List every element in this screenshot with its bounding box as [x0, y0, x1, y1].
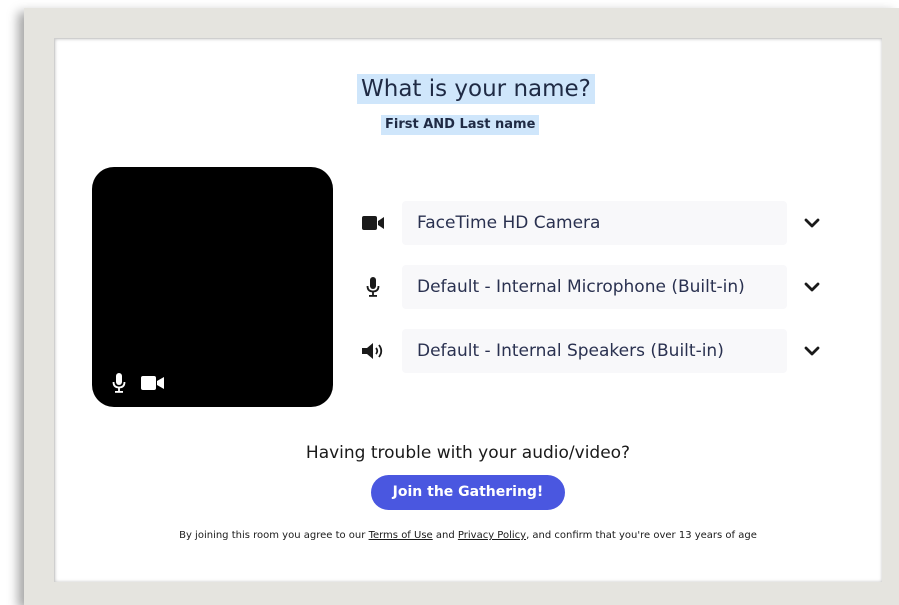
page-subtitle: First AND Last name	[381, 115, 540, 135]
camera-select[interactable]: FaceTime HD Camera	[402, 201, 787, 245]
video-preview	[92, 167, 333, 407]
microphone-select-value: Default - Internal Microphone (Built-in)	[417, 277, 745, 297]
speaker-icon	[362, 343, 383, 359]
video-camera-icon	[362, 216, 384, 230]
terms-of-use-link[interactable]: Terms of Use	[369, 530, 433, 541]
legal-prefix: By joining this room you agree to our	[179, 530, 366, 541]
legal-and: and	[435, 530, 455, 541]
camera-select-value: FaceTime HD Camera	[417, 213, 601, 233]
speakers-select-value: Default - Internal Speakers (Built-in)	[417, 341, 724, 361]
av-trouble-link[interactable]: Having trouble with your audio/video?	[0, 443, 899, 463]
chevron-down-icon[interactable]	[803, 342, 821, 360]
microphone-icon	[366, 277, 380, 297]
join-button[interactable]: Join the Gathering!	[371, 475, 565, 510]
speakers-row: Default - Internal Speakers (Built-in)	[355, 329, 835, 373]
privacy-policy-link[interactable]: Privacy Policy	[458, 530, 526, 541]
legal-suffix: , and confirm that you're over 13 years …	[526, 530, 757, 541]
page-title: What is your name?	[357, 74, 595, 104]
chevron-down-icon[interactable]	[803, 278, 821, 296]
chevron-down-icon[interactable]	[803, 214, 821, 232]
speakers-select[interactable]: Default - Internal Speakers (Built-in)	[402, 329, 787, 373]
microphone-row: Default - Internal Microphone (Built-in)	[355, 265, 835, 309]
microphone-icon[interactable]	[112, 373, 126, 393]
legal-notice: By joining this room you agree to our Te…	[0, 530, 899, 541]
camera-row: FaceTime HD Camera	[355, 201, 835, 245]
video-camera-icon[interactable]	[141, 375, 165, 391]
microphone-select[interactable]: Default - Internal Microphone (Built-in)	[402, 265, 787, 309]
